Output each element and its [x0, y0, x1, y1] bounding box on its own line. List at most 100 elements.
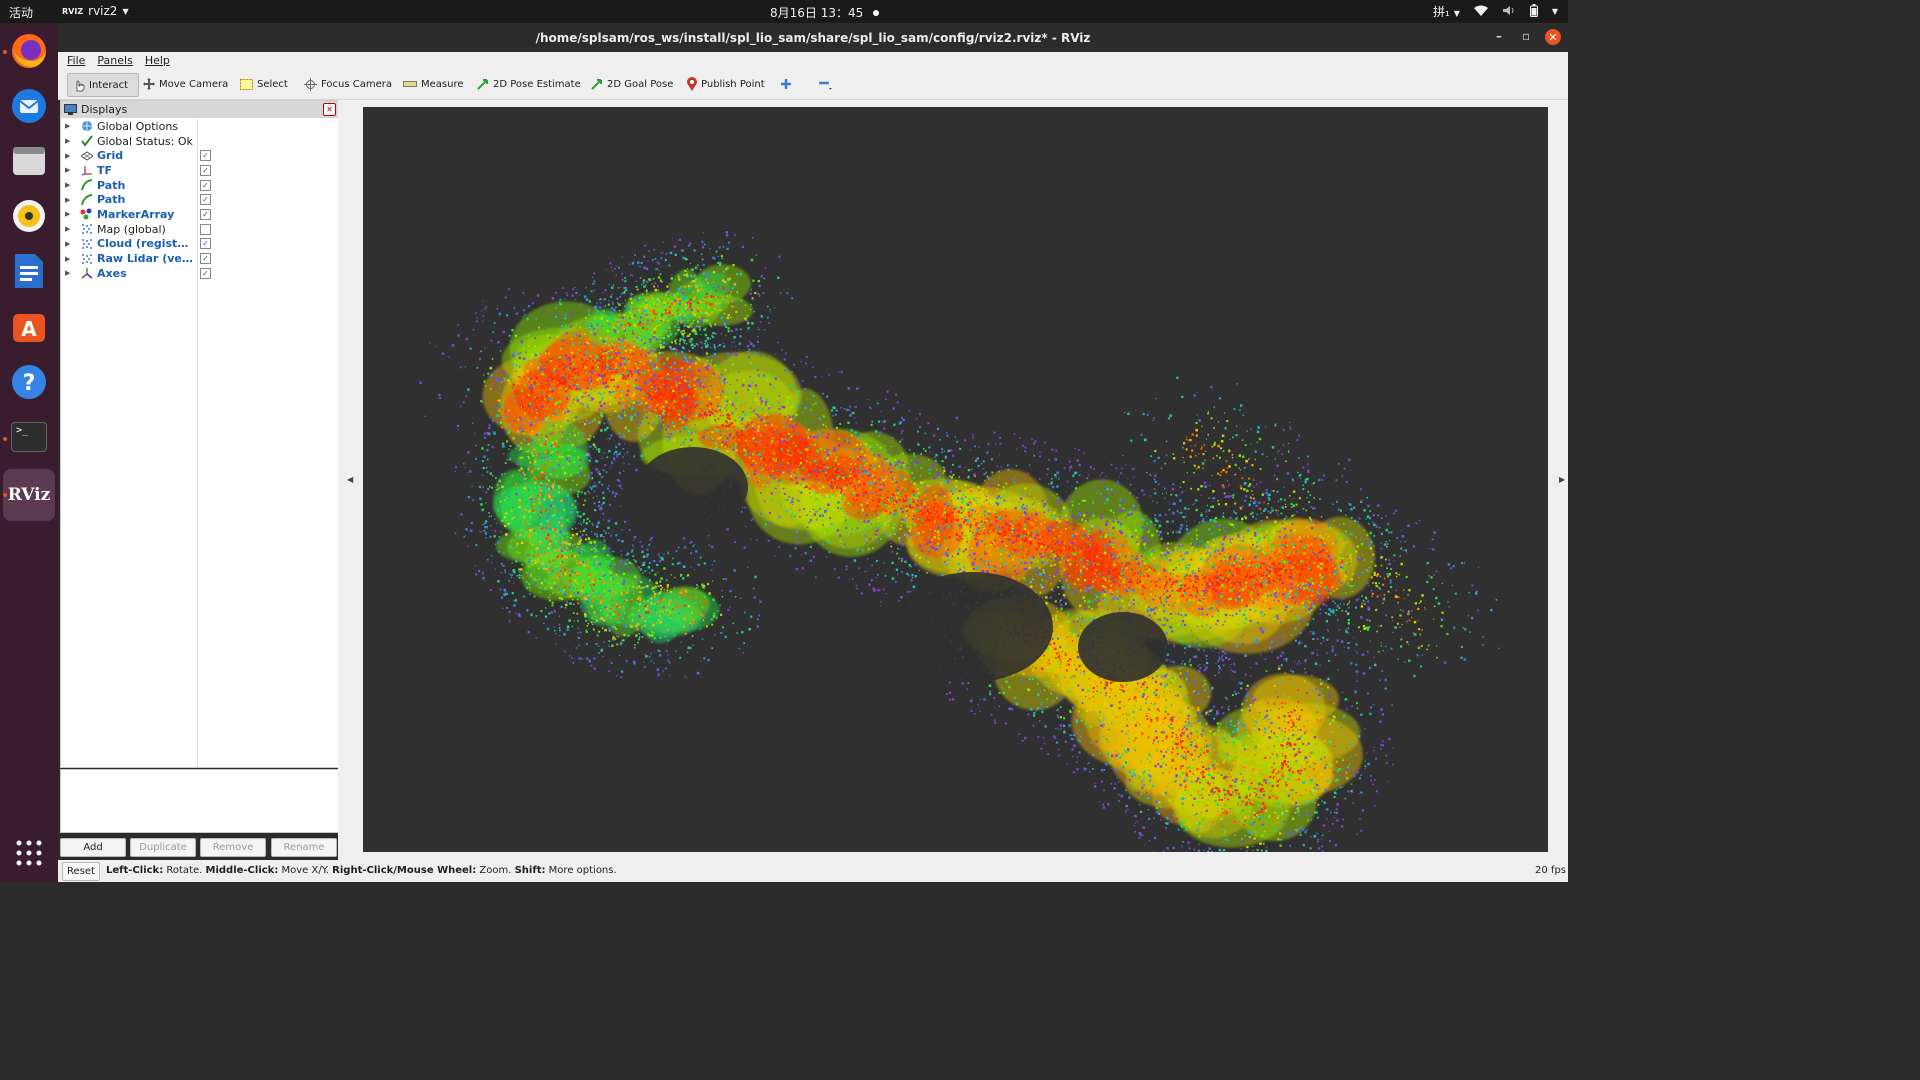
network-icon[interactable] [1473, 5, 1488, 19]
minus-icon [819, 81, 832, 90]
display-enable-checkbox[interactable]: ✓ [200, 267, 211, 279]
display-enable-checkbox[interactable] [200, 223, 211, 235]
3d-render-view[interactable] [363, 107, 1548, 852]
display-enable-checkbox[interactable]: ✓ [200, 208, 211, 220]
rename-display-button[interactable]: Rename [271, 838, 337, 857]
restore-icon[interactable]: ▫ [1522, 29, 1530, 43]
publish-point-tool-button[interactable]: Publish Point [687, 73, 765, 95]
display-item[interactable]: ▶ MarkerArray ✓ [61, 207, 339, 222]
focus-camera-tool-button[interactable]: Focus Camera [304, 73, 392, 95]
move-camera-tool-button[interactable]: Move Camera [143, 73, 228, 95]
collapse-left-arrow-icon[interactable]: ◀ [347, 475, 353, 484]
volume-icon[interactable] [1502, 5, 1516, 19]
display-item-label: Cloud (register... [97, 237, 195, 251]
display-item[interactable]: ▶ Path ✓ [61, 192, 339, 207]
2d-goal-pose-tool-button[interactable]: 2D Goal Pose [591, 73, 673, 95]
menu-file[interactable]: File [67, 54, 85, 67]
interact-tool-button[interactable]: Interact [67, 73, 139, 97]
select-label: Select [257, 78, 288, 90]
minimize-icon[interactable]: – [1496, 29, 1502, 43]
expand-arrow-icon[interactable]: ▶ [65, 210, 70, 218]
display-item-label: Global Status: Ok [97, 134, 193, 148]
grid-icon [80, 150, 93, 162]
display-item-label: Axes [97, 266, 127, 280]
help-icon[interactable]: ? [9, 362, 49, 402]
expand-arrow-icon[interactable]: ▶ [65, 269, 70, 277]
display-item[interactable]: ▶ Map (global) [61, 222, 339, 237]
add-tool-button[interactable] [780, 73, 792, 95]
expand-arrow-icon[interactable]: ▶ [65, 137, 70, 145]
window-title-bar[interactable]: /home/splsam/ros_ws/install/spl_lio_sam/… [58, 23, 1568, 52]
expand-arrow-icon[interactable]: ▶ [65, 181, 70, 189]
system-tray[interactable]: 拼₁ ▼ ▼ [1433, 3, 1558, 20]
measure-tool-button[interactable]: Measure [403, 73, 464, 95]
input-method-indicator[interactable]: 拼₁ ▼ [1433, 3, 1460, 20]
clock[interactable]: 8月16日 13：45 [770, 4, 880, 21]
remove-tool-button[interactable] [818, 73, 832, 95]
expand-arrow-icon[interactable]: ▶ [65, 196, 70, 204]
expand-arrow-icon[interactable]: ▶ [65, 166, 70, 174]
2d-pose-estimate-label: 2D Pose Estimate [493, 78, 581, 90]
show-apps-icon[interactable] [9, 833, 49, 873]
display-enable-checkbox[interactable]: ✓ [200, 253, 211, 265]
display-item[interactable]: ▶ Path ✓ [61, 178, 339, 193]
files-icon[interactable] [9, 141, 49, 181]
display-item[interactable]: ▶ Global Options [61, 119, 339, 134]
pointcloud-icon [80, 238, 93, 250]
close-panel-icon[interactable]: ✕ [323, 103, 336, 116]
thunderbird-icon[interactable] [9, 86, 49, 126]
tools-toolbar: Interact Move Camera Select Focus Camera… [58, 69, 1568, 100]
2d-pose-estimate-tool-button[interactable]: 2D Pose Estimate [477, 73, 581, 95]
expand-arrow-icon[interactable]: ▶ [65, 152, 70, 160]
system-menu-icon[interactable]: ▼ [1552, 7, 1558, 16]
terminal-icon[interactable]: >_ [9, 417, 49, 457]
display-item-label: Global Options [97, 119, 179, 133]
add-display-button[interactable]: Add [60, 838, 126, 857]
menu-panels[interactable]: Panels [97, 54, 132, 67]
check-icon [80, 135, 93, 147]
reset-button[interactable]: Reset [62, 862, 100, 881]
firefox-icon[interactable] [9, 31, 49, 71]
display-item[interactable]: ▶ Cloud (register... ✓ [61, 237, 339, 252]
expand-arrow-icon[interactable]: ▶ [65, 240, 70, 248]
expand-arrow-icon[interactable]: ▶ [65, 225, 70, 233]
pointcloud-icon [80, 223, 93, 235]
ruler-icon [403, 81, 417, 87]
select-tool-button[interactable]: Select [240, 73, 288, 95]
mouse-hint-text: Left-Click: Rotate. Middle-Click: Move X… [106, 865, 617, 876]
display-enable-checkbox[interactable]: ✓ [200, 179, 211, 191]
writer-icon[interactable] [9, 251, 49, 291]
green-arrow-icon [591, 79, 602, 90]
map-pin-icon [687, 77, 697, 91]
rhythmbox-icon[interactable] [9, 196, 49, 236]
app-menu[interactable]: RVIZ rviz2 ▼ [62, 4, 129, 18]
rviz-icon[interactable]: RViz [8, 475, 51, 515]
terminal-label: >_ [11, 422, 47, 452]
duplicate-display-button[interactable]: Duplicate [130, 838, 196, 857]
display-item[interactable]: ▶ TF ✓ [61, 163, 339, 178]
display-enable-checkbox[interactable]: ✓ [200, 194, 211, 206]
hint-segment: Shift: [514, 865, 546, 876]
display-enable-checkbox[interactable]: ✓ [200, 164, 211, 176]
chevron-down-icon: ▼ [1453, 9, 1460, 18]
display-enable-checkbox[interactable]: ✓ [200, 238, 211, 250]
collapse-right-arrow-icon[interactable]: ▶ [1559, 475, 1565, 484]
publish-point-label: Publish Point [701, 78, 765, 90]
remove-display-button[interactable]: Remove [200, 838, 266, 857]
display-item[interactable]: ▶ Global Status: Ok [61, 134, 339, 149]
axes-icon [80, 267, 93, 279]
display-item[interactable]: ▶ Raw Lidar (velo... ✓ [61, 251, 339, 266]
expand-arrow-icon[interactable]: ▶ [65, 255, 70, 263]
display-enable-checkbox[interactable]: ✓ [200, 150, 211, 162]
activities-button[interactable]: 活动 [9, 4, 33, 21]
pointcloud-icon [80, 253, 93, 265]
menu-help[interactable]: Help [145, 54, 170, 67]
app-center-icon[interactable]: A [9, 306, 49, 346]
battery-icon[interactable] [1529, 3, 1538, 20]
select-box-icon [240, 78, 253, 90]
display-item[interactable]: ▶ Axes ✓ [61, 266, 339, 281]
close-window-button[interactable]: ✕ [1545, 29, 1561, 45]
expand-arrow-icon[interactable]: ▶ [65, 122, 70, 130]
marker-array-icon [80, 208, 93, 220]
display-item[interactable]: ▶ Grid ✓ [61, 148, 339, 163]
